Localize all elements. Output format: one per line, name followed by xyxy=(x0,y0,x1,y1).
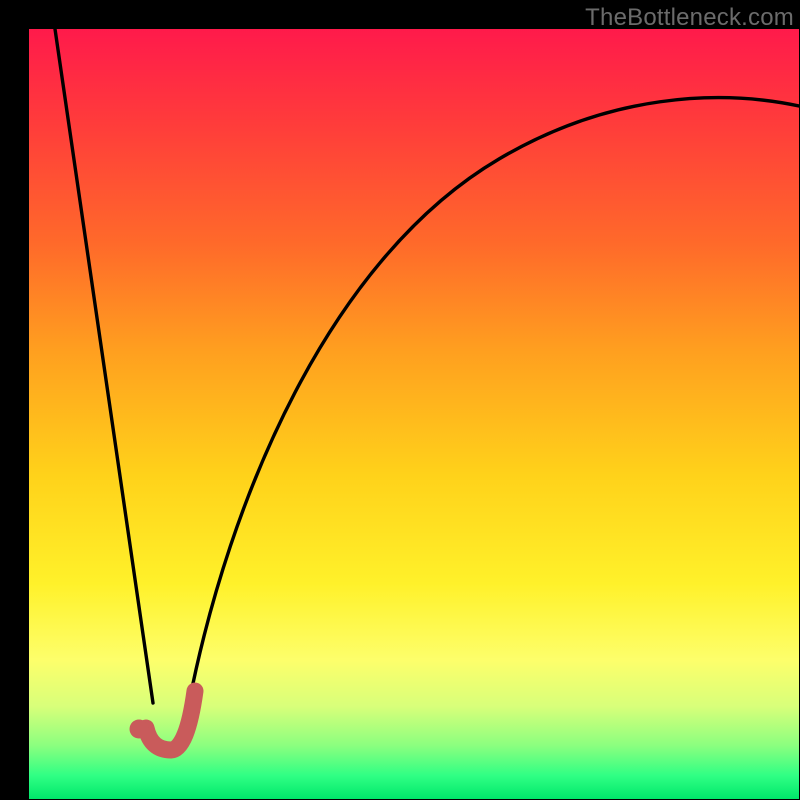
plot-area xyxy=(29,29,799,799)
curve-layer xyxy=(29,29,799,799)
chart-frame: TheBottleneck.com xyxy=(0,0,800,800)
marker-dot xyxy=(130,720,149,739)
watermark-text: TheBottleneck.com xyxy=(585,4,794,32)
left-branch-curve xyxy=(55,29,153,703)
right-branch-curve xyxy=(189,98,799,703)
